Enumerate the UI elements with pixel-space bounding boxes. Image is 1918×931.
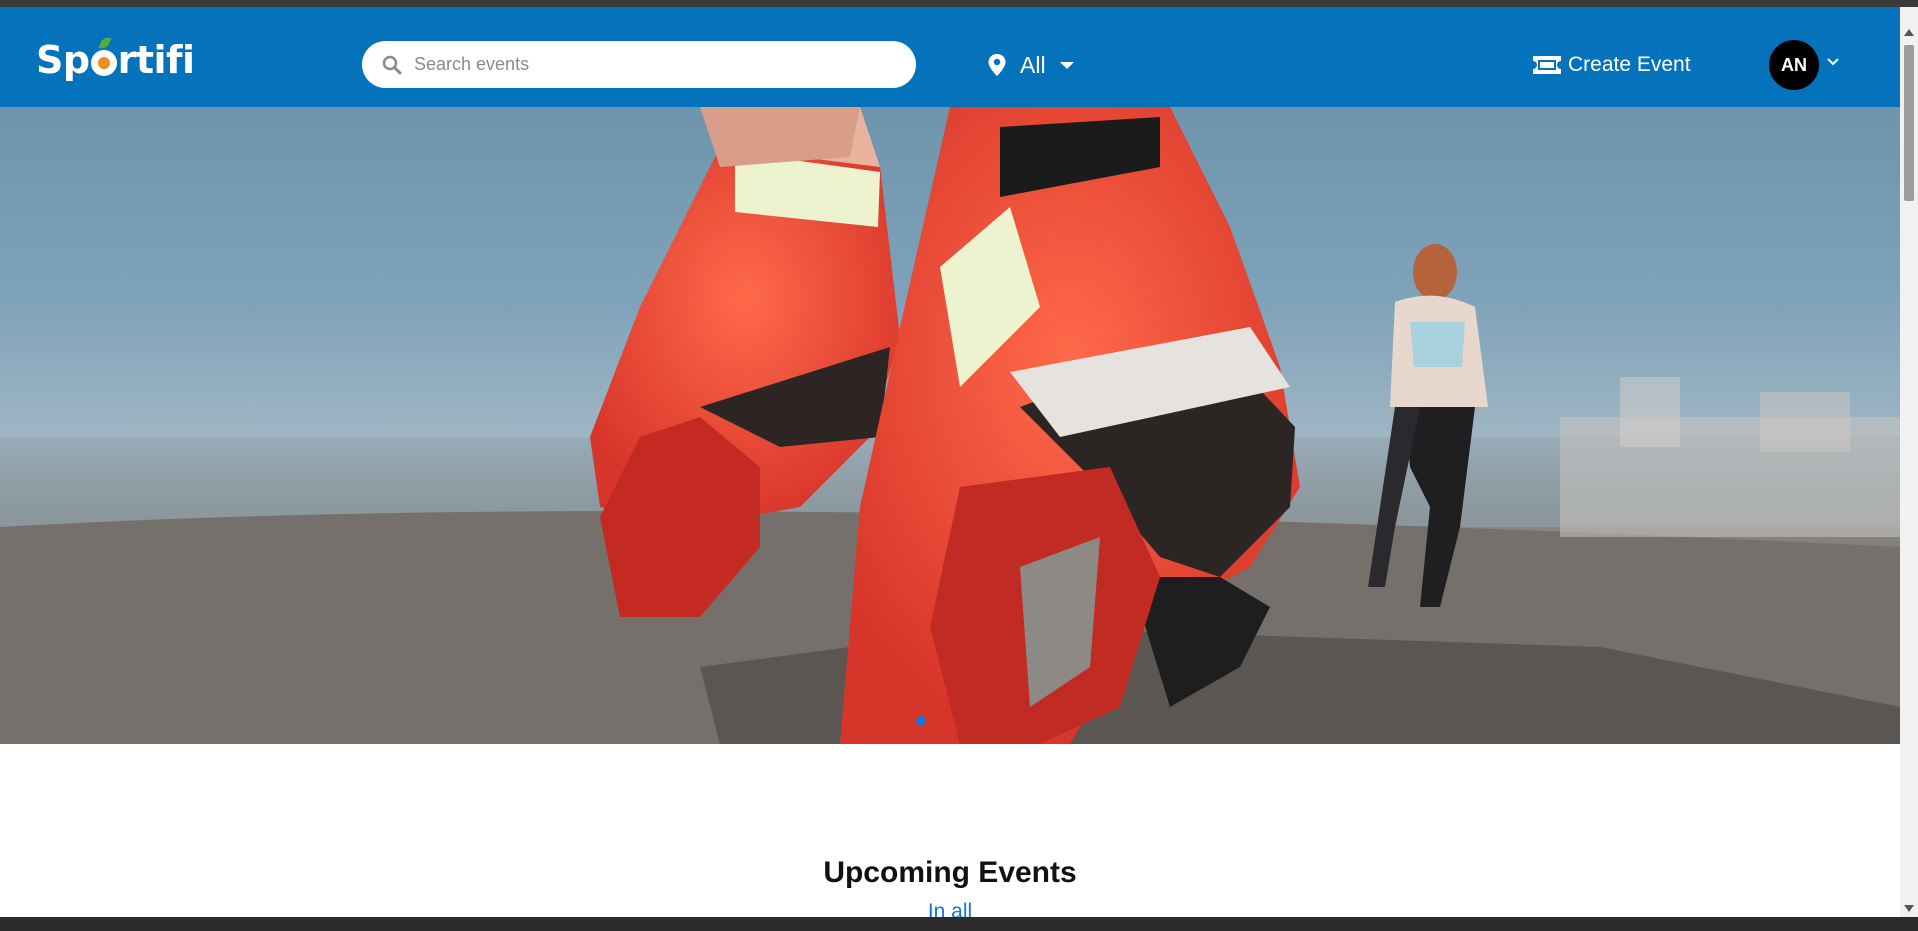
location-value: All [1020,51,1046,78]
browser-top-strip [0,0,1918,7]
chevron-down-icon[interactable] [1826,57,1840,67]
search-input[interactable] [414,49,894,80]
carousel-dot-active[interactable] [916,716,926,726]
navbar: Sprtifi All Create Event AN [0,7,1900,107]
create-event-label: Create Event [1568,53,1691,76]
caret-down-icon [1059,61,1074,69]
scroll-up-arrow-icon[interactable] [1904,29,1914,36]
section-title: Upcoming Events [823,856,1077,889]
logo-text-start: Sp [36,38,90,82]
location-pin-icon [988,54,1006,76]
search-bar[interactable] [362,41,916,88]
scrollbar-thumb[interactable] [1904,45,1914,201]
create-event-button[interactable]: Create Event [1532,45,1691,85]
sportifi-logo[interactable]: Sp rtifi [36,35,195,85]
taskbar-strip [0,917,1918,931]
search-icon [382,55,402,74]
scroll-down-arrow-icon[interactable] [1904,905,1914,912]
user-avatar[interactable]: AN [1769,40,1819,90]
hero-carousel[interactable] [0,107,1900,744]
ticket-icon [1533,56,1561,74]
logo-text-end: rtifi [117,38,196,82]
location-selector[interactable]: All [988,47,1074,83]
scrollbar[interactable] [1900,7,1918,917]
hero-image [0,107,1900,744]
logo-mark-icon [90,50,117,76]
